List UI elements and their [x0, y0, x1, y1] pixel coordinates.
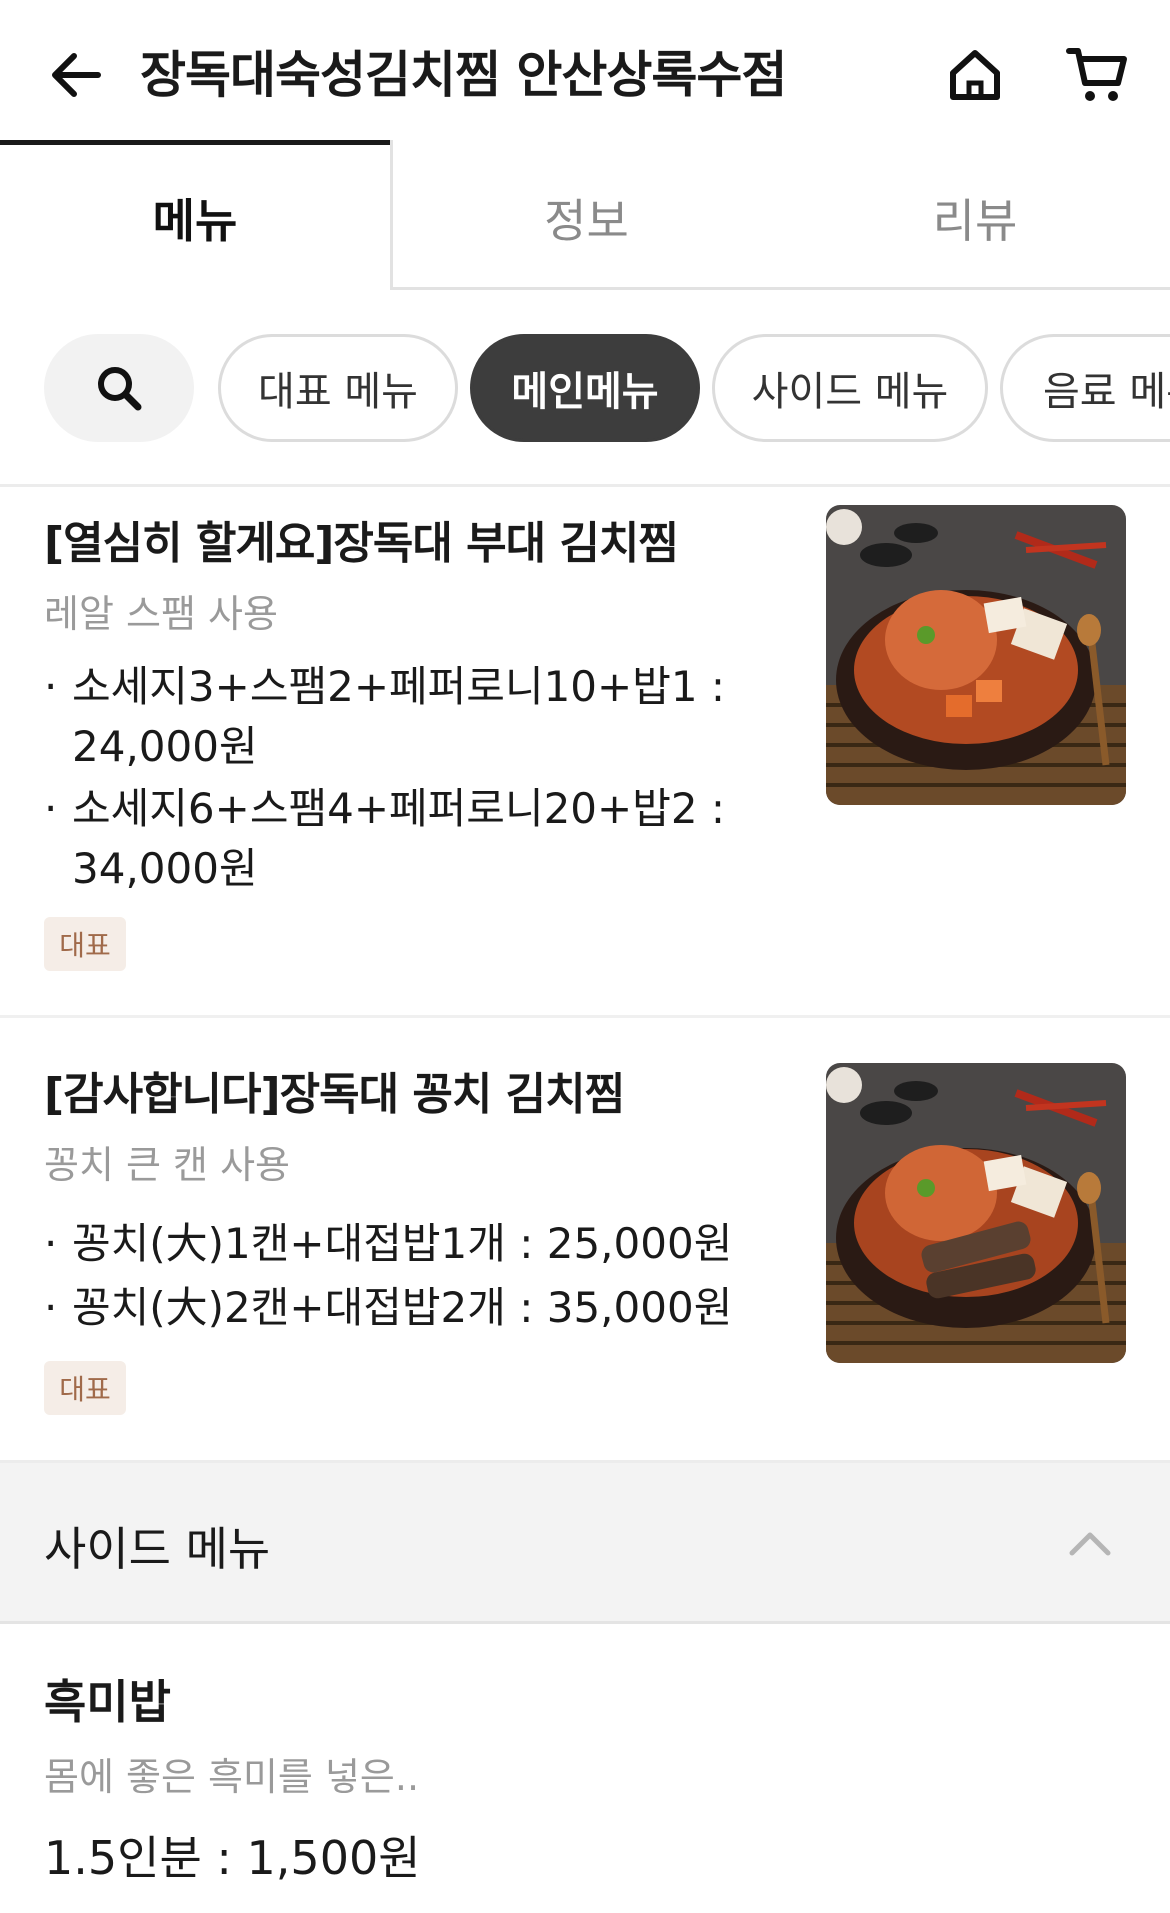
signature-badge: 대표: [44, 1361, 126, 1415]
category-chip-bar: 대표 메뉴 메인메뉴 사이드 메뉴 음료 메뉴: [0, 330, 1170, 445]
cart-button[interactable]: [1060, 40, 1134, 110]
chip-side-menu[interactable]: 사이드 메뉴: [712, 334, 988, 442]
chevron-up-icon: [1069, 1532, 1111, 1556]
store-tabs: 메뉴 정보 리뷰: [0, 140, 1170, 290]
menu-item-description: 꽁치 큰 캔 사용: [44, 1143, 290, 1187]
menu-item-title[interactable]: 흑미밥: [44, 1666, 171, 1732]
menu-item-description: 몸에 좋은 흑미를 넣은..: [44, 1755, 420, 1799]
search-icon: [98, 367, 142, 411]
tab-info[interactable]: 정보: [390, 140, 780, 290]
section-title: 사이드 메뉴: [44, 1522, 271, 1576]
menu-item-title: [감사합니다]장독대 꽁치 김치찜: [44, 1069, 625, 1120]
menu-item-price: 1.5인분 : 1,500원: [44, 1831, 421, 1885]
menu-item-option: · 소세지3+스팸2+페퍼로니10+밥1 : 24,000원: [44, 662, 726, 771]
tab-reviews[interactable]: 리뷰: [780, 140, 1170, 290]
signature-badge: 대표: [44, 917, 126, 971]
home-icon: [950, 50, 1000, 100]
menu-search-button[interactable]: [44, 334, 194, 442]
menu-item-title: [열심히 할게요]장독대 부대 김치찜: [44, 518, 679, 569]
chip-drink-menu[interactable]: 음료 메뉴: [1000, 334, 1170, 442]
menu-item-option: · 꽁치(大)2캔+대접밥2개 : 35,000원: [44, 1283, 733, 1332]
side-menu-section-header[interactable]: 사이드 메뉴: [0, 1460, 1170, 1624]
chip-signature-menu[interactable]: 대표 메뉴: [218, 334, 458, 442]
app-header: 장독대숙성김치찜 안산상록수점: [0, 0, 1170, 145]
store-title: 장독대숙성김치찜 안산상록수점: [140, 46, 787, 104]
arrow-left-icon: [52, 53, 101, 97]
menu-item-option: · 꽁치(大)1캔+대접밥1개 : 25,000원: [44, 1219, 733, 1268]
menu-item-photo: [826, 505, 1126, 805]
chip-main-menu[interactable]: 메인메뉴: [470, 334, 700, 442]
cart-icon: [1066, 48, 1127, 101]
tab-menu[interactable]: 메뉴: [0, 140, 390, 290]
menu-item-photo: [826, 1063, 1126, 1363]
home-button[interactable]: [940, 40, 1010, 110]
back-button[interactable]: [40, 40, 110, 110]
menu-item[interactable]: [열심히 할게요]장독대 부대 김치찜 레알 스팸 사용 · 소세지3+스팸2+페…: [0, 487, 1170, 1017]
menu-item-option: · 소세지6+스팸4+페퍼로니20+밥2 : 34,000원: [44, 784, 726, 893]
menu-item[interactable]: [감사합니다]장독대 꽁치 김치찜 꽁치 큰 캔 사용 · 꽁치(大)1캔+대접밥…: [0, 1018, 1170, 1460]
menu-item-description: 레알 스팸 사용: [44, 592, 278, 636]
